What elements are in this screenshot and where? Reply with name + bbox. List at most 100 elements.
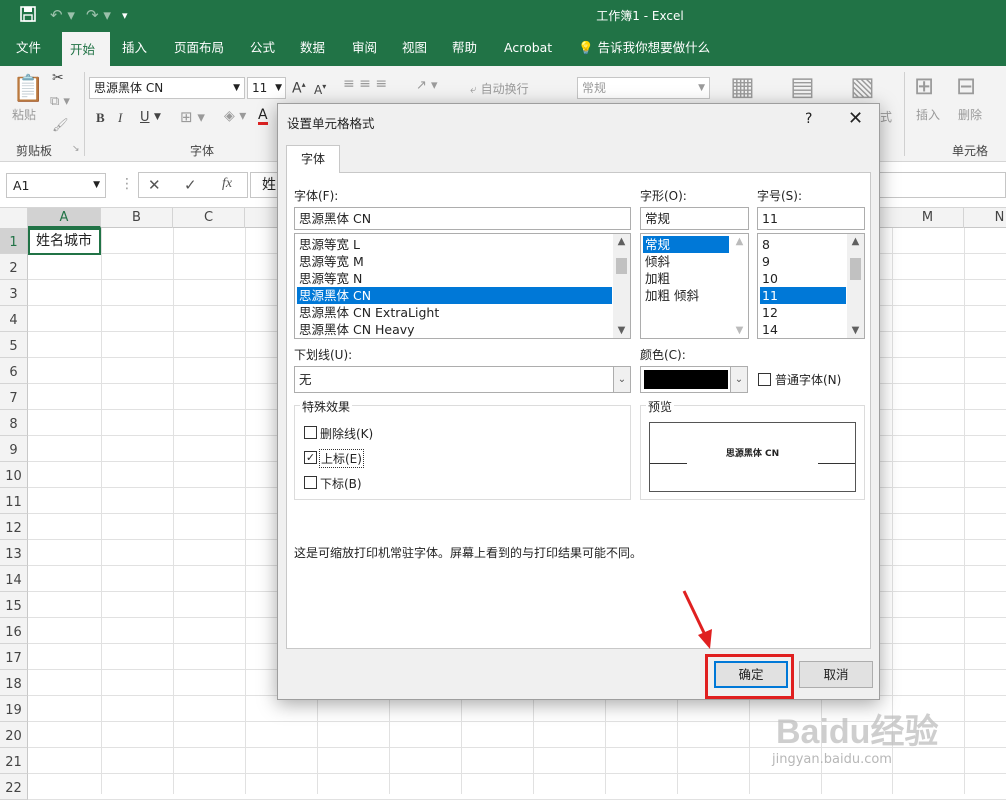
style-list-scrollbar[interactable]: ▲ ▼ bbox=[731, 234, 748, 338]
font-list-item[interactable]: 思源黑体 CN Heavy bbox=[297, 321, 612, 338]
wrap-text-button[interactable]: ⤶ 自动换行 bbox=[470, 80, 529, 97]
font-list-item[interactable]: 思源等宽 L bbox=[297, 236, 612, 253]
help-button[interactable]: ? bbox=[805, 111, 812, 127]
size-list-item[interactable]: 12 bbox=[760, 304, 846, 321]
cell-styles-icon[interactable]: ▧ bbox=[850, 72, 875, 102]
dialog-launcher-icon[interactable]: ↘ bbox=[72, 144, 80, 154]
row-header-21[interactable]: 21 bbox=[0, 748, 28, 774]
size-list-scrollbar[interactable]: ▲ ▼ bbox=[847, 234, 864, 338]
column-header-n[interactable]: N bbox=[964, 208, 1006, 228]
scroll-down-icon[interactable]: ▼ bbox=[731, 325, 748, 336]
size-list-item[interactable]: 10 bbox=[760, 270, 846, 287]
font-list-item[interactable]: 思源黑体 CN ExtraLight bbox=[297, 304, 612, 321]
font-size-list[interactable]: 8 9 10 11 12 14 ▲ ▼ bbox=[757, 233, 865, 339]
strikethrough-checkbox[interactable] bbox=[304, 426, 317, 439]
style-list-item[interactable]: 加粗 倾斜 bbox=[643, 287, 729, 304]
column-header-m[interactable]: M bbox=[892, 208, 964, 228]
paste-icon[interactable]: 📋 bbox=[12, 74, 44, 104]
cancel-button[interactable]: 取消 bbox=[799, 661, 873, 688]
copy-icon[interactable]: ⧉ ▾ bbox=[50, 94, 70, 109]
cancel-icon[interactable]: ✕ bbox=[148, 176, 161, 194]
cell-a1[interactable]: 姓名城市 bbox=[28, 228, 101, 255]
borders-icon[interactable]: ⊞ ▾ bbox=[180, 108, 205, 126]
tab-insert[interactable]: 插入 bbox=[114, 32, 155, 66]
number-format-box[interactable]: 常规 ▼ bbox=[577, 77, 710, 99]
enter-icon[interactable]: ✓ bbox=[184, 176, 197, 194]
tab-home[interactable]: 开始 bbox=[62, 32, 110, 66]
scroll-up-icon[interactable]: ▲ bbox=[731, 236, 748, 247]
delete-cells-icon[interactable]: ⊟ bbox=[956, 72, 976, 100]
tab-page-layout[interactable]: 页面布局 bbox=[166, 32, 232, 66]
row-header-12[interactable]: 12 bbox=[0, 514, 28, 540]
style-list-item[interactable]: 加粗 bbox=[643, 270, 729, 287]
row-header-14[interactable]: 14 bbox=[0, 566, 28, 592]
font-list[interactable]: 思源等宽 L 思源等宽 M 思源等宽 N 思源黑体 CN 思源黑体 CN ExtraLi… bbox=[294, 233, 631, 339]
row-header-18[interactable]: 18 bbox=[0, 670, 28, 696]
font-list-item[interactable]: 思源等宽 N bbox=[297, 270, 612, 287]
subscript-checkbox[interactable] bbox=[304, 476, 317, 489]
tab-help[interactable]: 帮助 bbox=[444, 32, 485, 66]
underline-select[interactable]: 无 ⌄ bbox=[294, 366, 631, 393]
italic-button[interactable]: I bbox=[118, 110, 122, 126]
insert-function-button[interactable]: fx bbox=[222, 176, 232, 192]
scroll-down-icon[interactable]: ▼ bbox=[847, 325, 864, 336]
tab-review[interactable]: 审阅 bbox=[344, 32, 385, 66]
scroll-up-icon[interactable]: ▲ bbox=[613, 236, 630, 247]
font-style-input[interactable]: 常规 bbox=[640, 207, 749, 230]
select-all-corner[interactable] bbox=[0, 208, 28, 228]
style-list-item[interactable]: 倾斜 bbox=[643, 253, 729, 270]
column-header-c[interactable]: C bbox=[173, 208, 245, 228]
insert-cells-icon[interactable]: ⊞ bbox=[914, 72, 934, 100]
fill-color-icon[interactable]: ◈ ▾ bbox=[224, 108, 246, 124]
row-header-7[interactable]: 7 bbox=[0, 384, 28, 410]
bold-button[interactable]: B bbox=[96, 110, 105, 126]
row-header-6[interactable]: 6 bbox=[0, 358, 28, 384]
size-list-item[interactable]: 11 bbox=[760, 287, 846, 304]
color-picker[interactable]: ⌄ bbox=[640, 366, 748, 393]
paste-button[interactable]: 粘贴 bbox=[12, 106, 36, 123]
row-header-20[interactable]: 20 bbox=[0, 722, 28, 748]
row-header-22[interactable]: 22 bbox=[0, 774, 28, 800]
row-header-17[interactable]: 17 bbox=[0, 644, 28, 670]
name-box[interactable]: A1 ▼ bbox=[6, 173, 106, 198]
row-header-4[interactable]: 4 bbox=[0, 306, 28, 332]
delete-cells-button[interactable]: 删除 bbox=[958, 106, 982, 123]
increase-font-icon[interactable]: A▴ bbox=[292, 80, 306, 97]
font-name-box[interactable]: 思源黑体 CN ▼ bbox=[89, 77, 245, 99]
size-list-item[interactable]: 14 bbox=[760, 321, 846, 338]
row-header-9[interactable]: 9 bbox=[0, 436, 28, 462]
row-header-11[interactable]: 11 bbox=[0, 488, 28, 514]
row-header-5[interactable]: 5 bbox=[0, 332, 28, 358]
row-header-16[interactable]: 16 bbox=[0, 618, 28, 644]
row-header-15[interactable]: 15 bbox=[0, 592, 28, 618]
column-header-b[interactable]: B bbox=[101, 208, 173, 228]
underline-button[interactable]: U bbox=[140, 110, 150, 125]
decrease-font-icon[interactable]: A▾ bbox=[314, 82, 326, 97]
scroll-up-icon[interactable]: ▲ bbox=[847, 236, 864, 247]
font-list-scrollbar[interactable]: ▲ ▼ bbox=[613, 234, 630, 338]
column-header-a[interactable]: A bbox=[28, 208, 101, 228]
row-header-10[interactable]: 10 bbox=[0, 462, 28, 488]
tell-me-search[interactable]: 💡 告诉我你想要做什么 bbox=[570, 32, 718, 66]
tab-formulas[interactable]: 公式 bbox=[242, 32, 283, 66]
font-style-list[interactable]: 常规 倾斜 加粗 加粗 倾斜 ▲ ▼ bbox=[640, 233, 749, 339]
insert-cells-button[interactable]: 插入 bbox=[916, 106, 940, 123]
font-list-item[interactable]: 思源黑体 CN bbox=[297, 287, 612, 304]
format-table-icon[interactable]: ▤ bbox=[790, 72, 815, 102]
row-header-13[interactable]: 13 bbox=[0, 540, 28, 566]
normal-font-checkbox[interactable] bbox=[758, 373, 771, 386]
font-color-icon[interactable]: A bbox=[258, 108, 268, 125]
tab-view[interactable]: 视图 bbox=[394, 32, 435, 66]
row-header-8[interactable]: 8 bbox=[0, 410, 28, 436]
scroll-down-icon[interactable]: ▼ bbox=[613, 325, 630, 336]
cut-icon[interactable]: ✂ bbox=[52, 70, 64, 86]
tab-acrobat[interactable]: Acrobat bbox=[496, 32, 560, 66]
tab-font[interactable]: 字体 bbox=[286, 145, 340, 173]
align-top-icon[interactable]: ≡ ≡ ≡ bbox=[343, 76, 387, 92]
close-button[interactable]: ✕ bbox=[848, 108, 863, 129]
tab-file[interactable]: 文件 bbox=[8, 32, 49, 66]
font-size-input[interactable]: 11 bbox=[757, 207, 865, 230]
size-list-item[interactable]: 8 bbox=[760, 236, 846, 253]
conditional-format-icon[interactable]: ▦ bbox=[730, 72, 755, 102]
size-list-item[interactable]: 9 bbox=[760, 253, 846, 270]
